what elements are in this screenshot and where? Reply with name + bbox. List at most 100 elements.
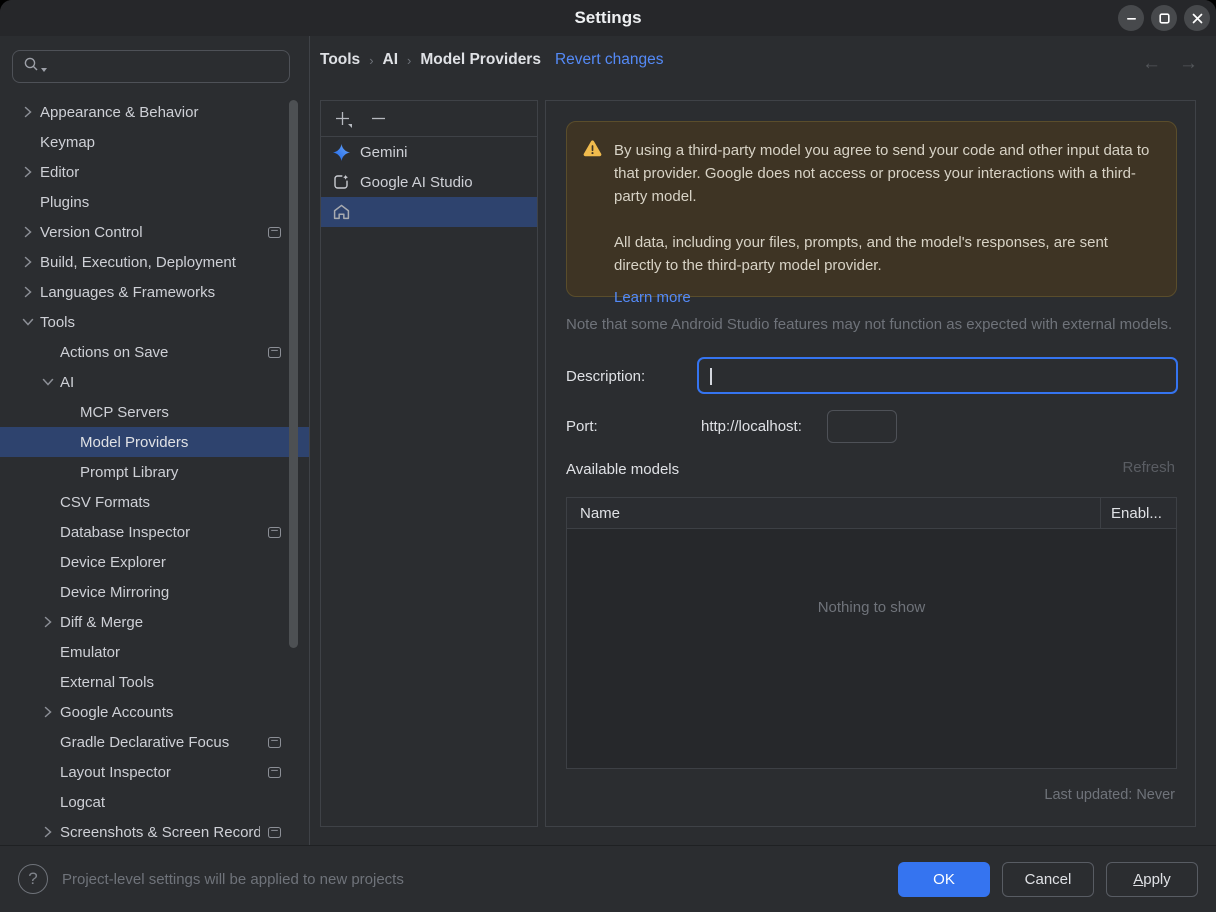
sidebar-item-build-execution-deployment[interactable]: Build, Execution, Deployment bbox=[0, 247, 309, 277]
sidebar-item-label: Layout Inspector bbox=[60, 763, 171, 781]
breadcrumb: Tools › AI › Model Providers Revert chan… bbox=[320, 51, 664, 69]
ai-studio-icon bbox=[331, 173, 351, 191]
sidebar-item-label: Device Mirroring bbox=[60, 583, 170, 601]
project-settings-icon bbox=[268, 766, 281, 778]
dialog-body: Appearance & Behavior Keymap Editor Plugins… bbox=[0, 36, 1216, 912]
available-models-label: Available models bbox=[566, 460, 680, 478]
sidebar-item-label: Emulator bbox=[60, 643, 121, 661]
sidebar-item-label: MCP Servers bbox=[80, 403, 169, 421]
chevron-right-icon[interactable] bbox=[36, 616, 60, 628]
warning-paragraph-2: All data, including your files, prompts,… bbox=[614, 234, 1108, 274]
sidebar-item-ai[interactable]: AI bbox=[0, 367, 309, 397]
sidebar-item-label: Actions on Save bbox=[60, 343, 169, 361]
breadcrumb-ai[interactable]: AI bbox=[383, 51, 399, 69]
add-provider-button[interactable] bbox=[332, 109, 352, 129]
maximize-button[interactable] bbox=[1151, 5, 1177, 31]
sidebar-scrollbar[interactable] bbox=[289, 100, 298, 648]
history-navigation: ← → bbox=[1142, 53, 1198, 75]
search-options-chevron-icon[interactable] bbox=[41, 68, 47, 72]
minimize-button[interactable] bbox=[1118, 5, 1144, 31]
sidebar-item-diff-merge[interactable]: Diff & Merge bbox=[0, 607, 309, 637]
window-controls bbox=[1118, 5, 1210, 31]
sidebar-item-csv-formats[interactable]: CSV Formats bbox=[0, 487, 309, 517]
chevron-right-icon[interactable] bbox=[16, 256, 40, 268]
provider-item-new[interactable] bbox=[321, 197, 537, 227]
chevron-right-icon[interactable] bbox=[16, 286, 40, 298]
forward-arrow-icon[interactable]: → bbox=[1179, 53, 1198, 75]
warning-text: By using a third-party model you agree t… bbox=[614, 139, 1158, 306]
provider-item-google-ai-studio[interactable]: Google AI Studio bbox=[321, 167, 537, 197]
sidebar-item-prompt-library[interactable]: Prompt Library bbox=[0, 457, 309, 487]
search-input[interactable] bbox=[12, 50, 290, 83]
sidebar-item-label: Tools bbox=[40, 313, 76, 331]
sidebar-item-version-control[interactable]: Version Control bbox=[0, 217, 309, 247]
chevron-right-icon[interactable] bbox=[16, 226, 40, 238]
sidebar-item-label: Appearance & Behavior bbox=[40, 103, 199, 121]
port-input[interactable] bbox=[827, 410, 897, 443]
sidebar-item-label: Model Providers bbox=[80, 433, 189, 451]
sidebar-item-gradle-declarative-focus[interactable]: Gradle Declarative Focus bbox=[0, 727, 309, 757]
sidebar-item-label: AI bbox=[60, 373, 75, 391]
back-arrow-icon[interactable]: ← bbox=[1142, 53, 1161, 75]
sidebar-item-emulator[interactable]: Emulator bbox=[0, 637, 309, 667]
sidebar-item-tools[interactable]: Tools bbox=[0, 307, 309, 337]
chevron-right-icon[interactable] bbox=[16, 166, 40, 178]
chevron-right-icon[interactable] bbox=[36, 826, 60, 838]
project-settings-icon bbox=[268, 526, 281, 538]
chevron-right-icon[interactable] bbox=[36, 706, 60, 718]
project-settings-icon bbox=[268, 826, 281, 838]
sidebar-item-device-explorer[interactable]: Device Explorer bbox=[0, 547, 309, 577]
revert-changes-link[interactable]: Revert changes bbox=[555, 51, 664, 69]
sidebar-item-screenshots-screen-recordi[interactable]: Screenshots & Screen Recordi bbox=[0, 817, 309, 845]
models-table-empty-state: Nothing to show bbox=[817, 599, 926, 616]
sidebar-item-keymap[interactable]: Keymap bbox=[0, 127, 309, 157]
close-button[interactable] bbox=[1184, 5, 1210, 31]
help-icon[interactable]: ? bbox=[18, 864, 48, 894]
sidebar-item-label: Database Inspector bbox=[60, 523, 191, 541]
sidebar-item-plugins[interactable]: Plugins bbox=[0, 187, 309, 217]
provider-item-label: Google AI Studio bbox=[360, 173, 473, 191]
ok-button[interactable]: OK bbox=[898, 861, 990, 897]
home-icon bbox=[331, 204, 351, 220]
sidebar-item-device-mirroring[interactable]: Device Mirroring bbox=[0, 577, 309, 607]
port-label: Port: bbox=[566, 417, 598, 435]
breadcrumb-tools[interactable]: Tools bbox=[320, 51, 360, 69]
sidebar-item-model-providers[interactable]: Model Providers bbox=[0, 427, 309, 457]
dialog-buttons: OK Cancel Apply bbox=[898, 861, 1198, 897]
sidebar-item-languages-frameworks[interactable]: Languages & Frameworks bbox=[0, 277, 309, 307]
project-settings-icon bbox=[268, 346, 281, 358]
sidebar-item-label: Gradle Declarative Focus bbox=[60, 733, 230, 751]
remove-provider-button[interactable] bbox=[368, 109, 388, 129]
chevron-down-icon[interactable] bbox=[16, 318, 40, 326]
settings-window: Settings Appearance & Behavior Keymap Edit… bbox=[0, 0, 1216, 912]
project-settings-icon bbox=[268, 736, 281, 748]
sidebar-item-database-inspector[interactable]: Database Inspector bbox=[0, 517, 309, 547]
column-header-name[interactable]: Name bbox=[567, 505, 1100, 522]
sidebar-item-label: Device Explorer bbox=[60, 553, 166, 571]
sidebar-item-google-accounts[interactable]: Google Accounts bbox=[0, 697, 309, 727]
sidebar-item-logcat[interactable]: Logcat bbox=[0, 787, 309, 817]
models-table-header: Name Enabl... bbox=[567, 498, 1176, 529]
text-cursor bbox=[710, 368, 712, 385]
breadcrumb-separator: › bbox=[369, 52, 374, 68]
providers-toolbar bbox=[321, 101, 537, 137]
sidebar-item-appearance-behavior[interactable]: Appearance & Behavior bbox=[0, 97, 309, 127]
sidebar-item-external-tools[interactable]: External Tools bbox=[0, 667, 309, 697]
add-provider-dropdown-icon bbox=[348, 123, 352, 128]
provider-item-gemini[interactable]: Gemini bbox=[321, 137, 537, 167]
warning-paragraph-1: By using a third-party model you agree t… bbox=[614, 142, 1150, 205]
refresh-link[interactable]: Refresh bbox=[1122, 459, 1175, 476]
last-updated-label: Last updated: Never bbox=[1044, 787, 1175, 803]
sidebar-item-editor[interactable]: Editor bbox=[0, 157, 309, 187]
chevron-down-icon[interactable] bbox=[36, 378, 60, 386]
learn-more-link[interactable]: Learn more bbox=[614, 289, 691, 306]
cancel-button[interactable]: Cancel bbox=[1002, 861, 1094, 897]
sidebar-item-actions-on-save[interactable]: Actions on Save bbox=[0, 337, 309, 367]
sidebar-item-mcp-servers[interactable]: MCP Servers bbox=[0, 397, 309, 427]
chevron-right-icon[interactable] bbox=[16, 106, 40, 118]
providers-panel: Gemini Google AI Studio bbox=[320, 100, 538, 827]
apply-button[interactable]: Apply bbox=[1106, 861, 1198, 897]
column-header-enabled[interactable]: Enabl... bbox=[1100, 498, 1176, 528]
sidebar-item-layout-inspector[interactable]: Layout Inspector bbox=[0, 757, 309, 787]
description-input[interactable] bbox=[697, 357, 1178, 394]
